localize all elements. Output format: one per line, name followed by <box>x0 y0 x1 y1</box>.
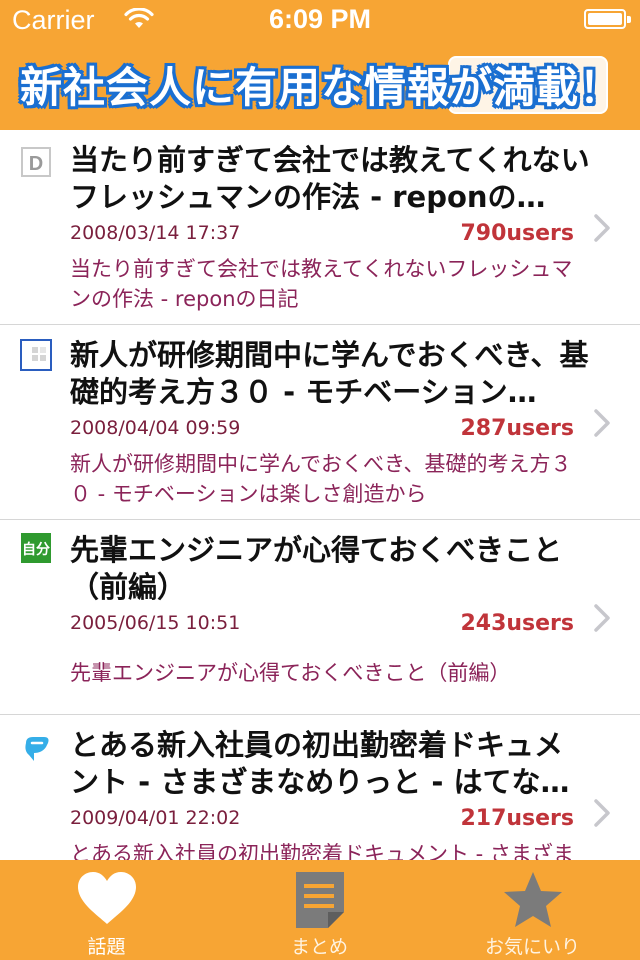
chevron-right-icon <box>594 409 610 437</box>
header: Carrier 6:09 PM 新社会人に有用な情報が満載！ <box>0 0 640 130</box>
list-item[interactable]: 自分 先輩エンジニアが心得ておくべきこと（前編） 2005/06/15 10:5… <box>0 520 640 715</box>
bookmark-count: 287users <box>460 416 574 441</box>
list-item[interactable]: D 当たり前すぎて会社では教えてくれないフレッシュマンの作法 - reponの…… <box>0 130 640 325</box>
article-description: とある新入社員の初出勤密着ドキュメント - さまざまなめりっと - はてなダイア… <box>70 842 574 860</box>
article-list[interactable]: D 当たり前すぎて会社では教えてくれないフレッシュマンの作法 - reponの…… <box>0 130 640 860</box>
document-icon <box>295 872 344 928</box>
heart-icon <box>77 872 136 924</box>
status-bar: Carrier 6:09 PM <box>0 0 640 40</box>
article-date: 2008/03/14 17:37 <box>70 222 241 244</box>
page-title: 新社会人に有用な情報が満載！ <box>20 63 623 112</box>
chevron-right-icon <box>594 214 610 242</box>
list-item[interactable]: 新人が研修期間中に学んでおくべき、基礎的考え方３０ - モチベーション… 200… <box>0 325 640 520</box>
svg-text:D: D <box>29 153 43 175</box>
chevron-right-icon <box>594 799 610 827</box>
star-icon <box>503 872 562 927</box>
article-title: 新人が研修期間中に学んでおくべき、基礎的考え方３０ - モチベーション… <box>70 338 589 409</box>
chevron-right-icon <box>594 604 610 632</box>
article-description: 新人が研修期間中に学んでおくべき、基礎的考え方３０ - モチベーションは楽しさ創… <box>70 452 572 506</box>
tab-label: 話題 <box>87 936 126 958</box>
battery-icon <box>584 9 631 29</box>
bookmark-count: 217users <box>460 806 574 831</box>
article-description: 当たり前すぎて会社では教えてくれないフレッシュマンの作法 - reponの日記 <box>70 257 573 311</box>
article-date: 2009/04/01 22:02 <box>70 807 241 829</box>
tab-bar: 話題 まとめ お気にいり <box>0 860 640 960</box>
tab-topics[interactable]: 話題 <box>0 860 213 960</box>
article-date: 2008/04/04 09:59 <box>70 417 241 439</box>
clock: 6:09 PM <box>268 4 372 34</box>
article-date: 2005/06/15 10:51 <box>70 612 241 634</box>
tab-summary[interactable]: まとめ <box>213 860 426 960</box>
d-favicon-icon: D <box>21 147 51 177</box>
article-title: 当たり前すぎて会社では教えてくれないフレッシュマンの作法 - reponの… <box>70 143 590 214</box>
list-item[interactable]: とある新入社員の初出勤密着ドキュメント - さまざまなめりっと - はてな… 2… <box>0 715 640 860</box>
grid-favicon-icon <box>20 339 52 371</box>
bookmark-count: 243users <box>460 611 574 636</box>
article-description: 先輩エンジニアが心得ておくべきこと（前編） <box>70 661 511 685</box>
tab-label: まとめ <box>290 936 348 958</box>
svg-text:自分: 自分 <box>22 541 50 558</box>
tab-label: お気にいり <box>484 936 580 958</box>
tab-favorites[interactable]: お気にいり <box>426 860 639 960</box>
jibun-favicon-icon: 自分 <box>21 533 51 563</box>
hatena-favicon-icon <box>20 733 52 765</box>
article-title: 先輩エンジニアが心得ておくべきこと（前編） <box>70 533 563 604</box>
bookmark-count: 790users <box>460 221 574 246</box>
article-title: とある新入社員の初出勤密着ドキュメント - さまざまなめりっと - はてな… <box>70 728 570 799</box>
